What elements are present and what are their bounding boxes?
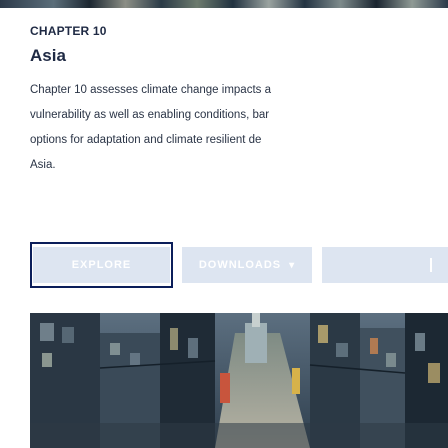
downloads-button[interactable]: DOWNLOADS ▾ (182, 247, 312, 283)
chapter-content: CHAPTER 10 Asia Chapter 10 assesses clim… (30, 24, 448, 178)
chapter-description: Chapter 10 assesses climate change impac… (30, 78, 448, 178)
description-line: Chapter 10 assesses climate change impac… (30, 84, 271, 96)
chapter-number: CHAPTER 10 (30, 24, 107, 38)
chevron-down-icon: ▾ (289, 259, 296, 271)
action-buttons: EXPLORE DOWNLOADS ▾ (30, 242, 448, 288)
chapter-card: CHAPTER 10 Asia Chapter 10 assesses clim… (0, 0, 448, 448)
divider-icon (430, 258, 432, 272)
downloads-label: DOWNLOADS (198, 259, 282, 271)
description-line: options for adaptation and climate resil… (30, 134, 262, 146)
city-photo-illustration (30, 313, 448, 448)
chapter-title: Asia (30, 46, 66, 65)
description-line: vulnerability as well as enabling condit… (30, 109, 270, 121)
more-button[interactable] (322, 247, 448, 283)
header-image-strip (0, 0, 448, 8)
explore-button[interactable]: EXPLORE (33, 247, 170, 283)
chapter-hero-image (30, 313, 448, 448)
description-line: Asia. (30, 159, 56, 171)
